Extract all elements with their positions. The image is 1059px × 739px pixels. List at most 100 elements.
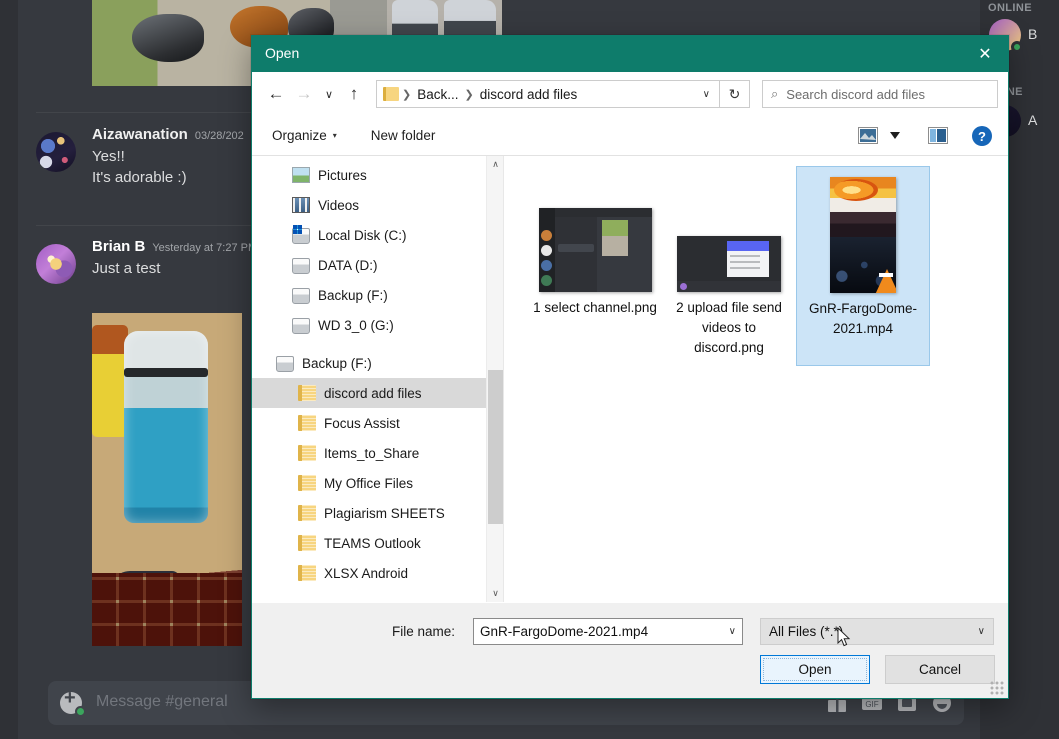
tree-item-label: Focus Assist — [324, 416, 400, 431]
context-menu-shape — [727, 241, 769, 277]
jar-ring-shape — [124, 368, 208, 377]
chevron-down-icon[interactable] — [886, 123, 904, 149]
navigation-pane: Pictures Videos Local Disk (C:) DATA (D:… — [252, 156, 504, 602]
search-box[interactable]: ⌕ Search discord add files — [762, 80, 998, 108]
tree-item-data-d[interactable]: DATA (D:) — [252, 250, 503, 280]
open-button[interactable]: Open — [760, 655, 870, 684]
discord-server-screenshot-thumbnail — [539, 208, 652, 292]
navigation-bar: ← → ∨ ↑ ❯ Back... ❯ discord add files ∨ … — [252, 72, 1008, 116]
dialog-body: Pictures Videos Local Disk (C:) DATA (D:… — [252, 156, 1008, 602]
tree-item-focus-assist[interactable]: Focus Assist — [252, 408, 503, 438]
file-item-1-select-channel[interactable]: 1 select channel.png — [528, 166, 662, 366]
breadcrumb-item-1[interactable]: discord add files — [477, 87, 581, 102]
folder-icon — [298, 505, 316, 521]
tree-item-my-office-files[interactable]: My Office Files — [252, 468, 503, 498]
file-name-label: 2 upload file send videos to discord.png — [666, 298, 792, 358]
tree-item-label: TEAMS Outlook — [324, 536, 421, 551]
address-breadcrumb-bar[interactable]: ❯ Back... ❯ discord add files ∨ — [376, 80, 720, 108]
chevron-down-icon[interactable]: ∨ — [703, 89, 713, 100]
chevron-down-icon[interactable]: ∨ — [978, 626, 985, 637]
message-timestamp: Yesterday at 7:27 PM — [152, 242, 257, 254]
avatar[interactable] — [36, 244, 76, 284]
tree-item-label: Backup (F:) — [302, 356, 372, 371]
navigation-pane-scrollbar[interactable]: ∧ ∨ — [486, 156, 503, 602]
svg-text:?: ? — [978, 129, 986, 144]
tree-item-xlsx-android[interactable]: XLSX Android — [252, 558, 503, 588]
tree-item-pictures[interactable]: Pictures — [252, 160, 503, 190]
file-name-label: GnR-FargoDome-2021.mp4 — [801, 299, 925, 339]
file-type-select[interactable]: All Files (*.*) ∨ — [760, 618, 994, 645]
file-name-field-label: File name: — [392, 624, 455, 639]
tree-item-backup-f[interactable]: Backup (F:) — [252, 280, 503, 310]
tree-item-teams-outlook[interactable]: TEAMS Outlook — [252, 528, 503, 558]
tree-item-label: Items_to_Share — [324, 446, 419, 461]
chevron-down-icon[interactable]: ∨ — [729, 626, 736, 637]
tree-item-items-to-share[interactable]: Items_to_Share — [252, 438, 503, 468]
breadcrumb-item-0[interactable]: Back... — [414, 87, 461, 102]
back-button[interactable]: ← — [262, 80, 290, 108]
file-name-input[interactable]: GnR-FargoDome-2021.mp4 ∨ — [473, 618, 743, 645]
message-author: Aizawanation — [92, 126, 188, 143]
file-item-2-upload-file[interactable]: 2 upload file send videos to discord.png — [662, 166, 796, 366]
vlc-video-thumbnail — [830, 177, 896, 293]
tree-item-label: Pictures — [318, 168, 367, 183]
video-icon — [292, 197, 310, 213]
bottle-shape — [92, 325, 128, 437]
message-line: Just a test — [92, 260, 276, 277]
message-line: Yes!! — [92, 148, 276, 165]
help-icon[interactable]: ? — [968, 123, 996, 149]
tree-item-label: Local Disk (C:) — [318, 228, 407, 243]
tree-item-label: discord add files — [324, 386, 422, 401]
message-input-placeholder[interactable]: Message #general — [96, 693, 228, 711]
message-author: Brian B — [92, 238, 145, 255]
close-icon[interactable]: ✕ — [962, 36, 1008, 72]
open-file-dialog: Open ✕ ← → ∨ ↑ ❯ Back... ❯ discord add f… — [251, 35, 1009, 699]
dialog-title: Open — [265, 45, 299, 61]
new-folder-label: New folder — [371, 128, 436, 143]
breadcrumb-separator-icon: ❯ — [399, 88, 414, 101]
drive-icon — [276, 356, 294, 372]
resize-grip[interactable] — [990, 681, 1004, 695]
tree-item-discord-add-files[interactable]: discord add files — [252, 378, 503, 408]
breadcrumb-separator-icon: ❯ — [461, 88, 476, 101]
thumbnail-wrapper — [532, 172, 658, 292]
message-brian-b: Brian B Yesterday at 7:27 PM Just a test — [36, 238, 276, 277]
up-button[interactable]: ↑ — [340, 80, 368, 108]
message-image-bottle[interactable] — [92, 313, 242, 646]
folder-icon — [298, 535, 316, 551]
folder-icon — [298, 475, 316, 491]
member-name: B — [1028, 26, 1037, 42]
message-line: It's adorable :) — [92, 169, 276, 186]
refresh-button[interactable]: ↻ — [720, 80, 750, 108]
message-aizawanation: Aizawanation 03/28/202 Yes!! It's adorabl… — [36, 126, 276, 186]
tree-item-wd30-g[interactable]: WD 3_0 (G:) — [252, 310, 503, 340]
recent-locations-button[interactable]: ∨ — [318, 80, 340, 108]
member-name: A — [1028, 112, 1037, 128]
scroll-up-icon[interactable]: ∧ — [487, 156, 504, 173]
tree-item-plagiarism-sheets[interactable]: Plagiarism SHEETS — [252, 498, 503, 528]
view-layout-icon[interactable] — [854, 123, 882, 149]
tree-item-local-disk-c[interactable]: Local Disk (C:) — [252, 220, 503, 250]
file-name-input-value: GnR-FargoDome-2021.mp4 — [480, 624, 729, 639]
message-header: Brian B Yesterday at 7:27 PM — [92, 238, 276, 256]
discord-server-rail — [0, 0, 18, 739]
scroll-down-icon[interactable]: ∨ — [487, 585, 504, 602]
organize-label: Organize — [272, 128, 327, 143]
organize-button[interactable]: Organize ▾ — [264, 124, 345, 147]
avatar[interactable] — [36, 132, 76, 172]
scrollbar-thumb[interactable] — [488, 370, 503, 524]
forward-button[interactable]: → — [290, 80, 318, 108]
thumbnail-wrapper — [801, 173, 925, 293]
new-folder-button[interactable]: New folder — [363, 124, 444, 147]
tree-gap — [252, 340, 503, 348]
cancel-button[interactable]: Cancel — [885, 655, 995, 684]
file-list-pane[interactable]: 1 select channel.png — [504, 156, 1008, 602]
preview-pane-icon[interactable] — [924, 123, 952, 149]
tree-item-label: WD 3_0 (G:) — [318, 318, 394, 333]
tree-item-videos[interactable]: Videos — [252, 190, 503, 220]
tree-item-label: Videos — [318, 198, 359, 213]
file-item-gnr-fargodome[interactable]: GnR-FargoDome-2021.mp4 — [796, 166, 930, 366]
tree-item-backup-f-root[interactable]: Backup (F:) — [252, 348, 503, 378]
message-timestamp: 03/28/202 — [195, 130, 244, 142]
search-input-placeholder[interactable]: Search discord add files — [786, 87, 925, 102]
